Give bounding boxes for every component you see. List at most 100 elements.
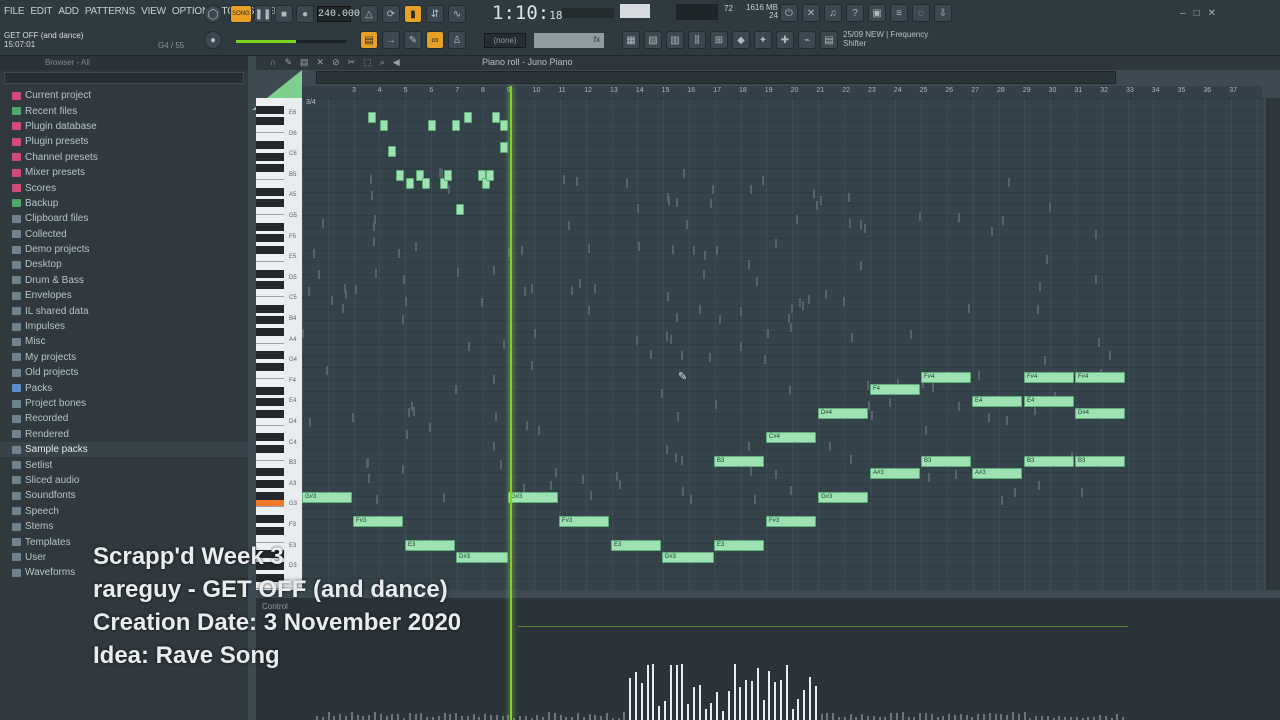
note-grid[interactable]: G#3 F#3 E3 D#3 G#3 F#3 E3 D#3 E3 B3 F#3 C#4 G#3 D#4 A#…	[302, 98, 1264, 590]
arrow-right-icon[interactable]: →	[382, 31, 400, 49]
browser-item[interactable]: Setlist	[0, 457, 248, 472]
playlist-icon[interactable]: ▦	[622, 31, 640, 49]
note[interactable]	[428, 120, 436, 131]
velocity-bar[interactable]	[687, 704, 690, 720]
timeline-ruler[interactable]: 3 4 5 6 7 8 9 10 11 12 13 14 15 16 17 18 19 20 21 22 23 24 25 2…	[302, 86, 1262, 98]
maximize-icon[interactable]: □	[1194, 8, 1200, 19]
plug-icon[interactable]: ⌁	[798, 31, 816, 49]
velocity-bar[interactable]	[501, 716, 504, 720]
velocity-bar[interactable]	[437, 716, 440, 720]
velocity-bar[interactable]	[356, 715, 359, 720]
velocity-bar[interactable]	[519, 715, 521, 720]
browser-item[interactable]: Recorded	[0, 411, 248, 426]
pencil-icon[interactable]: ✎	[404, 31, 422, 49]
fx-selector[interactable]: fx	[534, 33, 604, 48]
note[interactable]: D#4	[1075, 408, 1125, 419]
velocity-bar[interactable]	[925, 712, 927, 720]
tempo-display[interactable]: 240.000	[317, 6, 360, 22]
velocity-bar[interactable]	[652, 664, 655, 720]
velocity-bar[interactable]	[461, 715, 463, 720]
velocity-bar[interactable]	[693, 687, 695, 720]
browser-header[interactable]: Browser - All	[0, 56, 248, 70]
browser-item[interactable]: Mixer presets	[0, 165, 248, 180]
velocity-bar[interactable]	[339, 714, 342, 720]
pencil-tool-icon[interactable]: ✎	[284, 57, 292, 68]
velocity-bar[interactable]	[948, 714, 951, 720]
browser-item[interactable]: Demo projects	[0, 242, 248, 257]
velocity-bar[interactable]	[600, 716, 603, 720]
note[interactable]	[452, 120, 460, 131]
browser-item[interactable]: IL shared data	[0, 303, 248, 318]
note[interactable]: F#3	[559, 516, 609, 527]
velocity-bar[interactable]	[658, 706, 661, 720]
browser-item[interactable]: Old projects	[0, 365, 248, 380]
note[interactable]: F#4	[1024, 372, 1074, 383]
velocity-bar[interactable]	[432, 716, 434, 720]
black-key[interactable]	[256, 386, 284, 395]
velocity-bar[interactable]	[704, 709, 707, 720]
black-key[interactable]	[256, 515, 284, 524]
velocity-bar[interactable]	[449, 714, 452, 720]
black-key[interactable]	[256, 152, 284, 161]
black-key[interactable]	[256, 491, 284, 500]
note[interactable]	[444, 170, 452, 181]
browser-item[interactable]: Backup	[0, 196, 248, 211]
note[interactable]: F#3	[353, 516, 403, 527]
velocity-bar[interactable]	[884, 716, 887, 720]
note[interactable]: G#3	[302, 492, 352, 503]
browser-item[interactable]: Channel presets	[0, 150, 248, 165]
note[interactable]	[396, 170, 404, 181]
velocity-bar[interactable]	[785, 664, 788, 720]
note[interactable]	[456, 204, 464, 215]
note[interactable]	[464, 112, 472, 123]
note[interactable]	[486, 170, 494, 181]
note[interactable]: E3	[611, 540, 661, 551]
black-key[interactable]	[256, 480, 284, 489]
velocity-bar[interactable]	[414, 713, 417, 720]
velocity-bar[interactable]	[896, 712, 898, 720]
pause-icon[interactable]: ❚❚	[254, 5, 272, 23]
velocity-bar[interactable]	[797, 699, 800, 720]
paint-tool-icon[interactable]: ▤	[300, 57, 309, 68]
velocity-bar[interactable]	[1058, 716, 1061, 720]
note[interactable]	[380, 120, 388, 131]
velocity-bar[interactable]	[374, 712, 376, 720]
record-mode-icon[interactable]: ◯	[204, 5, 222, 23]
note[interactable]: G#3	[818, 492, 868, 503]
loop-record-icon[interactable]: ⟳	[382, 5, 400, 23]
browser-item[interactable]: Collected	[0, 227, 248, 242]
minimize-icon[interactable]: –	[1180, 8, 1186, 19]
velocity-bar[interactable]	[675, 664, 678, 720]
black-key[interactable]	[256, 304, 284, 313]
velocity-bar[interactable]	[716, 691, 719, 720]
velocity-bar[interactable]	[756, 667, 759, 720]
velocity-bar[interactable]	[1012, 712, 1014, 720]
select-tool-icon[interactable]: ⬚	[363, 57, 372, 68]
velocity-bar[interactable]	[379, 713, 382, 720]
velocity-bar[interactable]	[780, 680, 782, 720]
velocity-bar[interactable]	[345, 716, 347, 720]
mixer-icon[interactable]: ≡	[890, 4, 908, 22]
velocity-bar[interactable]	[385, 715, 388, 720]
velocity-bar[interactable]	[484, 713, 487, 720]
velocity-bar[interactable]	[629, 678, 632, 720]
velocity-bar[interactable]	[727, 690, 730, 720]
velocity-bar[interactable]	[588, 714, 591, 720]
browser-item[interactable]: Scores	[0, 180, 248, 195]
black-key[interactable]	[256, 187, 284, 196]
note[interactable]: F#4	[1075, 372, 1125, 383]
master-pitch-knob[interactable]: ●	[204, 31, 222, 49]
browser-item[interactable]: Clipboard files	[0, 211, 248, 226]
velocity-bar[interactable]	[826, 712, 829, 720]
browser-item[interactable]: Packs	[0, 380, 248, 395]
velocity-bar[interactable]	[333, 715, 336, 720]
velocity-bar[interactable]	[988, 713, 991, 720]
black-key[interactable]	[256, 246, 284, 255]
note[interactable]: B3	[921, 456, 971, 467]
black-key[interactable]	[256, 222, 284, 231]
metronome-icon[interactable]: △	[360, 5, 378, 23]
velocity-bar[interactable]	[959, 713, 962, 720]
velocity-bar[interactable]	[977, 713, 980, 720]
note[interactable]	[388, 146, 396, 157]
velocity-bar[interactable]	[942, 716, 945, 720]
